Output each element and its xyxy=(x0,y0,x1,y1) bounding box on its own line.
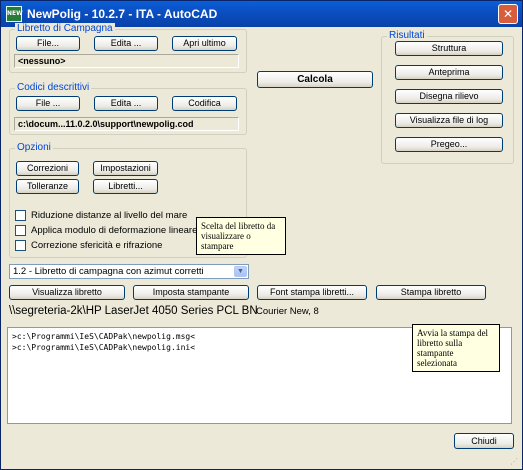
libretto-type-select[interactable]: 1.2 - Libretto di campagna con azimut co… xyxy=(9,264,249,279)
disegna-rilievo-button[interactable]: Disegna rilievo xyxy=(395,89,503,104)
checkbox-box[interactable] xyxy=(15,225,26,236)
correzioni-button[interactable]: Correzioni xyxy=(16,161,79,176)
codici-edita-button[interactable]: Edita ... xyxy=(94,96,158,111)
font-name: Courier New, 8 xyxy=(256,306,319,317)
risultati-legend: Risultati xyxy=(387,30,427,41)
libretto-file-button[interactable]: File... xyxy=(16,36,80,51)
anteprima-button[interactable]: Anteprima xyxy=(395,65,503,80)
apri-ultimo-button[interactable]: Apri ultimo xyxy=(172,36,237,51)
chiudi-button[interactable]: Chiudi xyxy=(454,433,514,449)
libretto-legend: Libretto di Campagna xyxy=(15,23,115,34)
scelta-libretto-tooltip: Scelta del libretto da visualizzare o st… xyxy=(196,217,286,255)
font-stampa-button[interactable]: Font stampa libretti... xyxy=(257,285,367,300)
app-icon: NEW xyxy=(6,6,23,22)
codifica-button[interactable]: Codifica xyxy=(172,96,237,111)
pregeo-button[interactable]: Pregeo... xyxy=(395,137,503,152)
tolleranze-button[interactable]: Tolleranze xyxy=(16,179,79,194)
codici-legend: Codici descrittivi xyxy=(15,82,92,93)
checkbox-box[interactable] xyxy=(15,240,26,251)
window-close-button[interactable]: ✕ xyxy=(498,4,518,24)
imposta-stampante-button[interactable]: Imposta stampante xyxy=(133,285,249,300)
select-value: 1.2 - Libretto di campagna con azimut co… xyxy=(13,266,204,277)
libretto-edita-button[interactable]: Edita ... xyxy=(94,36,158,51)
codici-file-button[interactable]: File ... xyxy=(16,96,80,111)
window-title: NewPolig - 10.2.7 - ITA - AutoCAD xyxy=(27,7,218,21)
codici-path-field: c:\docum...11.0.2.0\support\newpolig.cod xyxy=(14,117,239,131)
libretti-button[interactable]: Libretti... xyxy=(93,179,158,194)
visualizza-log-button[interactable]: Visualizza file di log xyxy=(395,113,503,128)
resize-grip-icon[interactable]: ⋰ xyxy=(510,457,520,467)
calcola-button[interactable]: Calcola xyxy=(257,71,373,88)
visualizza-libretto-button[interactable]: Visualizza libretto xyxy=(9,285,125,300)
printer-name: \\segreteria-2k\HP LaserJet 4050 Series … xyxy=(9,305,258,317)
struttura-button[interactable]: Struttura xyxy=(395,41,503,56)
chevron-down-icon[interactable]: ▼ xyxy=(234,266,247,277)
checkbox-label: Riduzione distanze al livello del mare xyxy=(31,210,188,221)
checkbox-box[interactable] xyxy=(15,210,26,221)
newpolig-window: NEW NewPolig - 10.2.7 - ITA - AutoCAD ✕ … xyxy=(0,0,523,470)
checkbox-label: Correzione sfericità e rifrazione xyxy=(31,240,163,251)
stampa-libretto-button[interactable]: Stampa libretto xyxy=(376,285,486,300)
avvia-stampa-tooltip: Avvia la stampa del libretto sulla stamp… xyxy=(412,324,500,372)
opzioni-legend: Opzioni xyxy=(15,142,53,153)
impostazioni-button[interactable]: Impostazioni xyxy=(93,161,158,176)
libretto-current-field: <nessuno> xyxy=(14,54,239,68)
